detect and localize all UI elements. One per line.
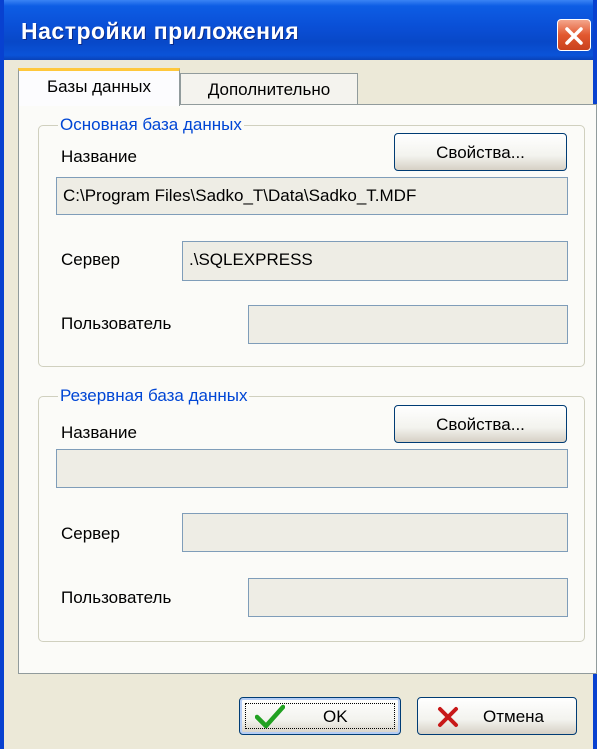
primary-db-name-field[interactable]: C:\Program Files\Sadko_T\Data\Sadko_T.MD…: [56, 177, 568, 215]
backup-db-properties-button[interactable]: Свойства...: [394, 405, 567, 443]
backup-db-server-label: Сервер: [61, 524, 120, 543]
tab-databases[interactable]: Базы данных: [18, 68, 180, 106]
backup-db-legend: Резервная база данных: [58, 386, 250, 406]
primary-db-name-label: Название: [61, 147, 137, 166]
ok-button-label: OK: [323, 707, 348, 726]
settings-dialog: Настройки приложения Базы данных Дополни…: [0, 0, 597, 749]
title-bar[interactable]: Настройки приложения: [0, 0, 597, 60]
x-icon: [438, 707, 458, 727]
primary-db-user-label: Пользователь: [61, 314, 172, 333]
tab-additional[interactable]: Дополнительно: [180, 73, 358, 106]
primary-db-properties-button[interactable]: Свойства...: [394, 133, 567, 171]
backup-db-name-field[interactable]: [56, 449, 568, 488]
backup-db-user-label: Пользователь: [61, 588, 172, 607]
primary-db-server-field[interactable]: .\SQLEXPRESS: [182, 241, 568, 281]
checkmark-icon: [255, 704, 285, 729]
ok-button[interactable]: OK: [239, 697, 401, 735]
close-icon: [565, 27, 583, 45]
primary-db-server-label: Сервер: [61, 250, 120, 269]
cancel-button[interactable]: Отмена: [417, 697, 577, 735]
backup-db-user-field[interactable]: [248, 578, 568, 617]
window-title: Настройки приложения: [21, 18, 300, 44]
backup-db-name-label: Название: [61, 423, 137, 442]
cancel-button-label: Отмена: [483, 707, 544, 726]
tab-databases-label: Базы данных: [46, 77, 152, 96]
tab-additional-label: Дополнительно: [207, 80, 331, 99]
primary-db-user-field[interactable]: [248, 305, 568, 344]
close-button[interactable]: [557, 19, 591, 51]
backup-db-server-field[interactable]: [182, 513, 568, 552]
primary-db-legend: Основная база данных: [58, 115, 244, 135]
window-border-left: [0, 0, 4, 749]
